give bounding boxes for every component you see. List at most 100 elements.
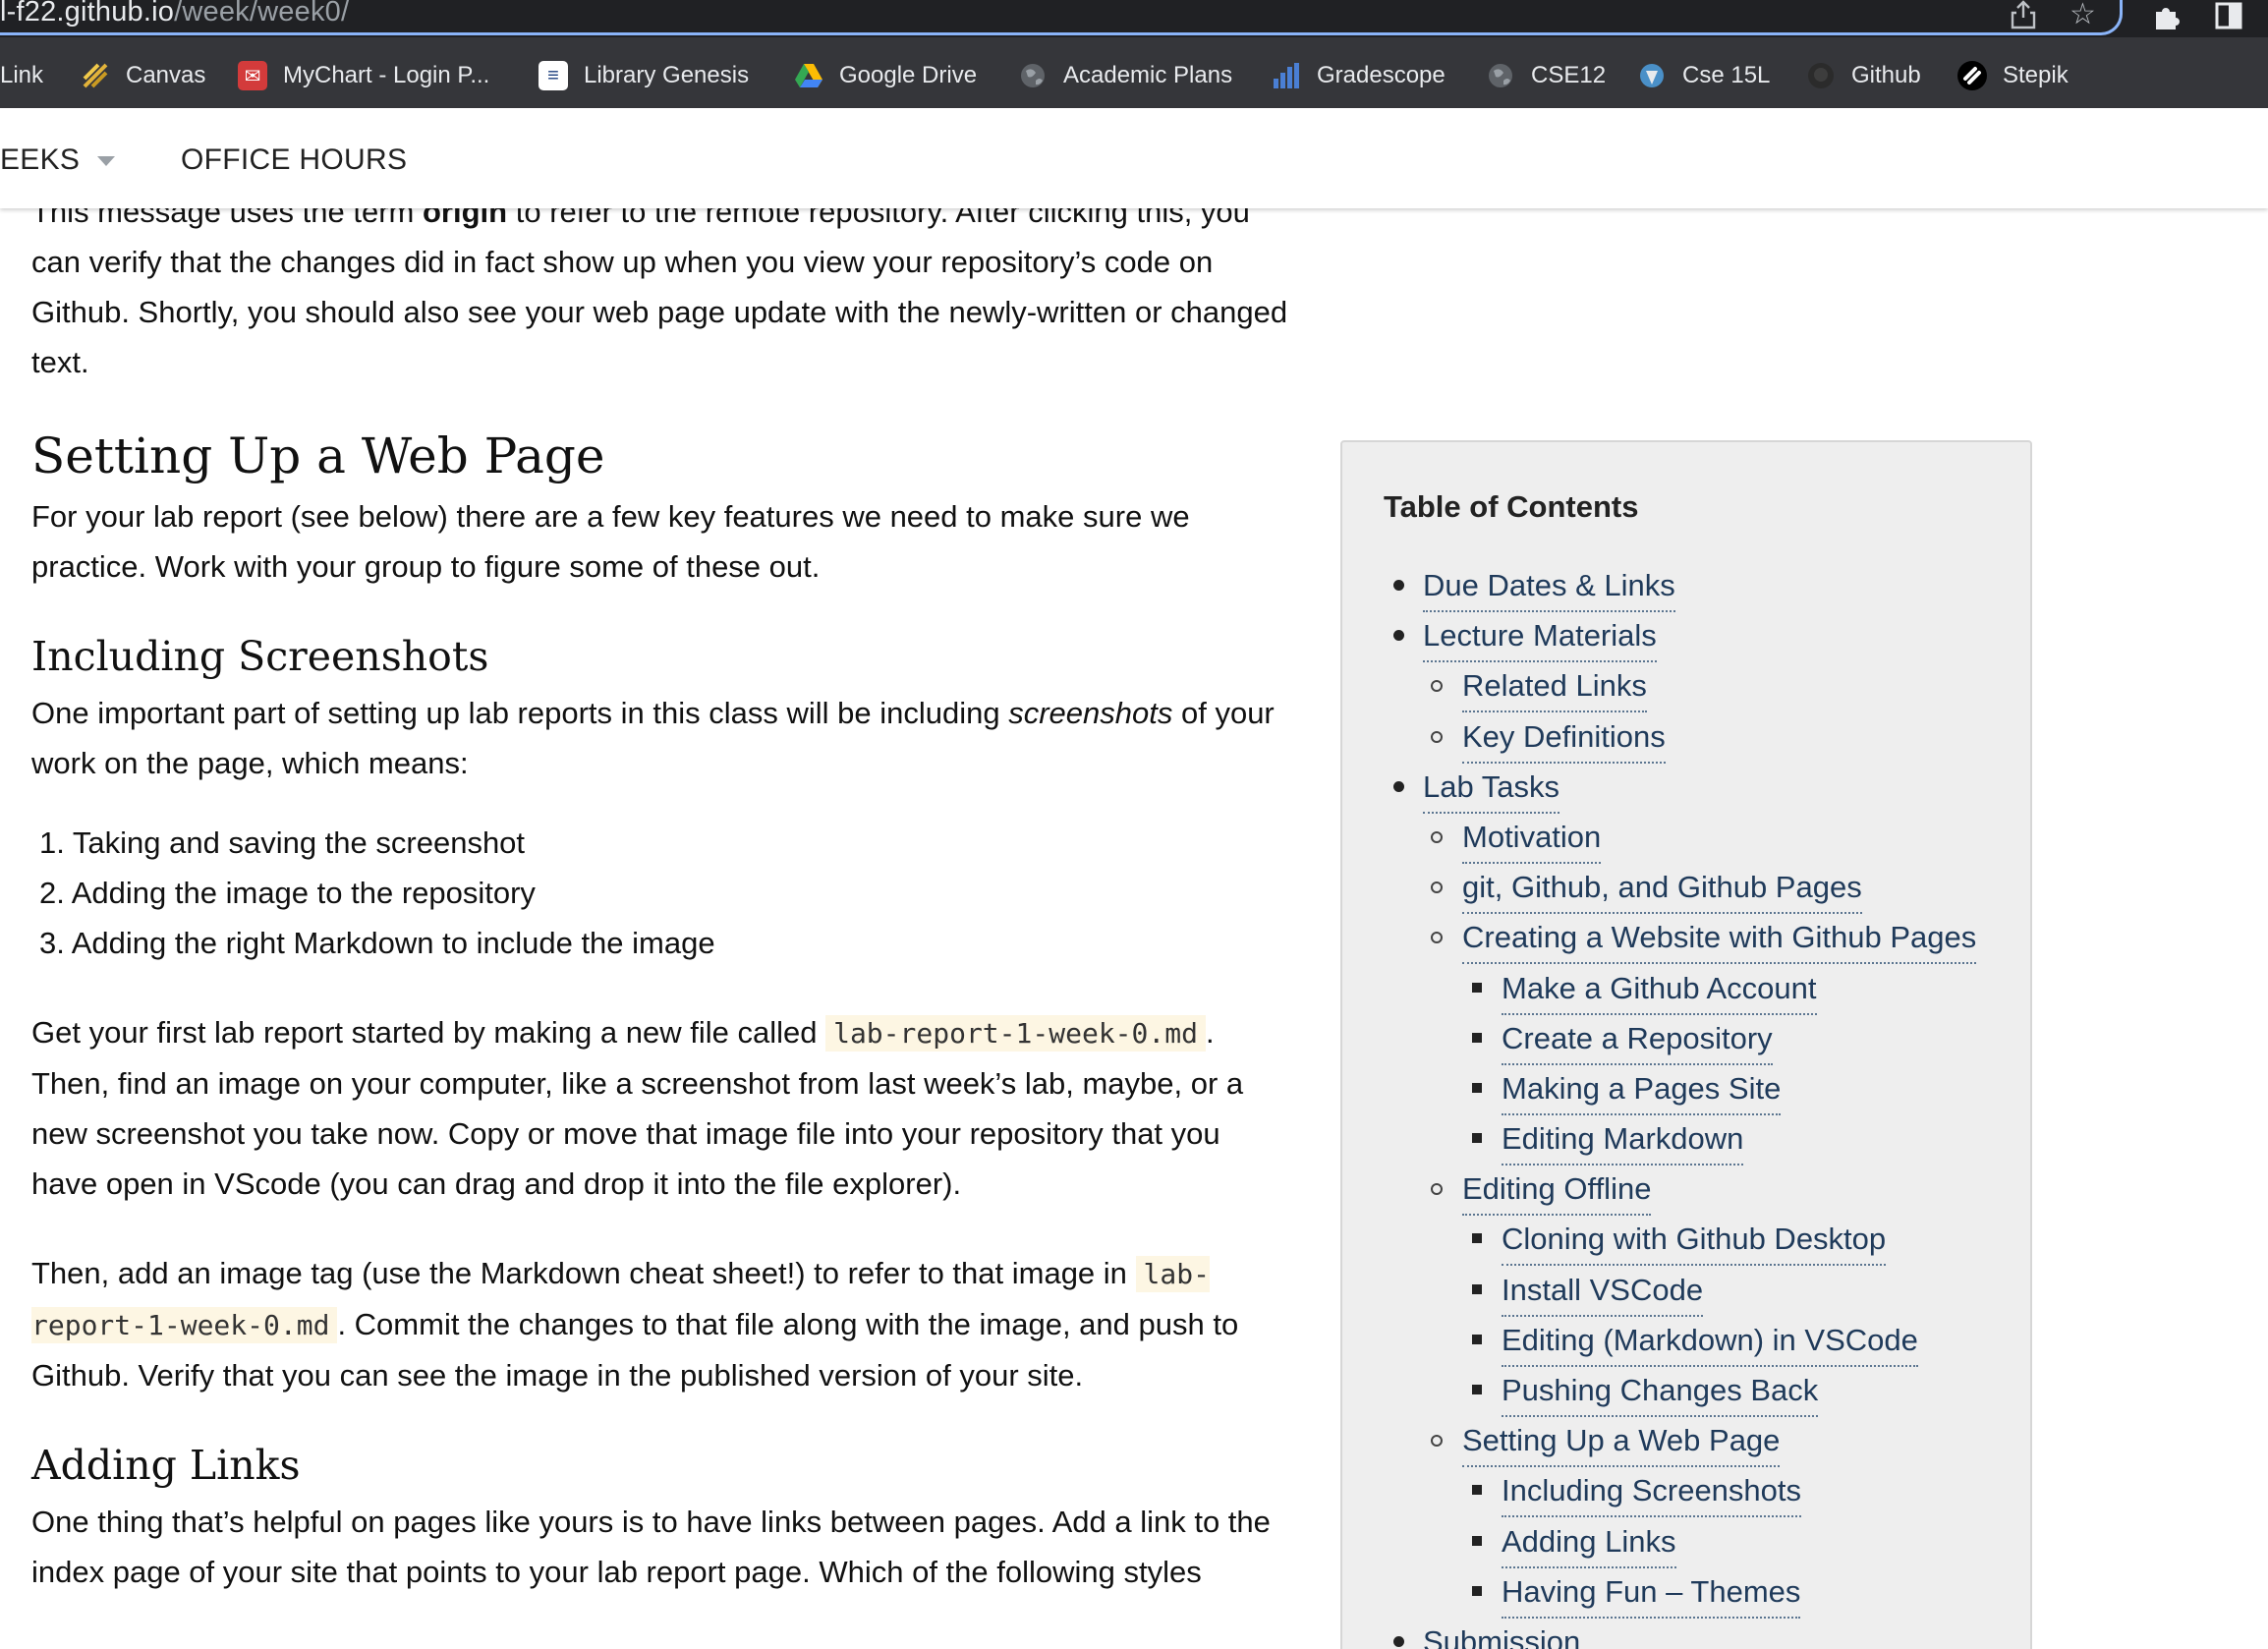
table-of-contents: Table of Contents Due Dates & Links Lectu… xyxy=(1340,440,2032,1649)
extensions-icon[interactable] xyxy=(2152,2,2182,37)
toc-item: Related Links xyxy=(1342,660,2030,713)
circle-bullet-icon xyxy=(1431,932,1443,944)
nav-office-hours[interactable]: OFFICE HOURS xyxy=(181,143,407,177)
gradescope-icon xyxy=(1272,61,1301,90)
paragraph-screenshots: One important part of setting up lab rep… xyxy=(31,696,1275,780)
toc-item: Creating a Website with Github Pages xyxy=(1342,912,2030,965)
square-bullet-icon xyxy=(1472,1032,1482,1043)
toc-item: Create a Repository xyxy=(1342,1013,2030,1065)
nav-weeks-dropdown[interactable]: EEKS xyxy=(0,143,116,177)
chevron-down-icon xyxy=(97,156,116,167)
square-bullet-icon xyxy=(1472,1133,1482,1144)
heading-adding-links: Adding Links xyxy=(31,1442,301,1489)
paragraph-links: One thing that’s helpful on pages like y… xyxy=(31,1505,1271,1589)
square-bullet-icon xyxy=(1472,1385,1482,1394)
toc-item: Having Fun – Themes xyxy=(1342,1566,2030,1619)
toc-item: Editing Markdown xyxy=(1342,1113,2030,1166)
address-bar[interactable]: l-f22.github.io/week/week0/ ☆ xyxy=(0,0,2123,35)
circle-bullet-icon xyxy=(1431,730,1443,743)
url-host: l-f22.github.io xyxy=(0,0,175,28)
toc-item: Cloning with Github Desktop xyxy=(1342,1214,2030,1267)
toc-link[interactable]: Editing Markdown xyxy=(1502,1113,1744,1166)
bookmark-link[interactable]: Link xyxy=(0,59,43,92)
paragraph-origin: This message uses the term origin to ref… xyxy=(31,195,1288,379)
bookmark-label: Github xyxy=(1851,62,1921,88)
bookmark-gradescope[interactable]: Gradescope xyxy=(1272,59,1446,92)
toc-link[interactable]: Related Links xyxy=(1462,660,1647,713)
toc-item: Key Definitions xyxy=(1342,711,2030,764)
toc-link[interactable]: Motivation xyxy=(1462,812,1602,864)
toc-link[interactable]: Setting Up a Web Page xyxy=(1462,1415,1781,1468)
toc-link[interactable]: Make a Github Account xyxy=(1502,963,1817,1015)
toc-link[interactable]: Cloning with Github Desktop xyxy=(1502,1214,1887,1267)
toc-link[interactable]: Lab Tasks xyxy=(1423,762,1560,814)
paragraph-lab-report: Get your first lab report started by mak… xyxy=(31,1015,1244,1201)
bookmark-github[interactable]: Github xyxy=(1806,59,1921,92)
toc-list: Due Dates & Links Lecture Materials Relate… xyxy=(1342,560,2030,1649)
toc-link[interactable]: Submission xyxy=(1423,1617,1580,1649)
disc-bullet-icon xyxy=(1393,1635,1404,1647)
toc-item: Due Dates & Links xyxy=(1342,560,2030,612)
paragraph-image-tag: Then, add an image tag (use the Markdown… xyxy=(31,1256,1239,1393)
nav-weeks-label: EEKS xyxy=(0,143,81,176)
code-filename: lab-report-1-week-0.md xyxy=(825,1015,1206,1052)
mychart-icon: ✉ xyxy=(238,61,267,90)
toc-item: Submission xyxy=(1342,1617,2030,1649)
url-path: /week/week0/ xyxy=(174,0,350,28)
toc-link[interactable]: Due Dates & Links xyxy=(1423,560,1675,612)
bookmark-canvas[interactable]: Canvas xyxy=(81,59,205,92)
url-text: l-f22.github.io/week/week0/ xyxy=(0,0,349,28)
sidebar-icon[interactable] xyxy=(2215,2,2242,35)
bookmark-cse12[interactable]: CSE12 xyxy=(1486,59,1606,92)
bookmark-academic-plans[interactable]: Academic Plans xyxy=(1018,59,1232,92)
toc-link[interactable]: Making a Pages Site xyxy=(1502,1063,1782,1115)
disc-bullet-icon xyxy=(1393,630,1404,642)
bookmark-cse15l[interactable]: Cse 15L xyxy=(1637,59,1770,92)
toc-link[interactable]: Key Definitions xyxy=(1462,711,1666,764)
bookmark-label: Stepik xyxy=(2003,62,2069,88)
toc-link[interactable]: Create a Repository xyxy=(1502,1013,1773,1065)
cse15l-icon xyxy=(1637,61,1667,90)
toc-link[interactable]: Including Screenshots xyxy=(1502,1465,1802,1518)
toc-link[interactable]: Pushing Changes Back xyxy=(1502,1365,1819,1417)
bookmark-stepik[interactable]: Stepik xyxy=(1957,59,2069,92)
toc-link[interactable]: git, Github, and Github Pages xyxy=(1462,862,1862,915)
circle-bullet-icon xyxy=(1431,830,1443,843)
bookmark-label: Google Drive xyxy=(839,62,978,88)
site-header: EEKS OFFICE HOURS xyxy=(0,108,2268,208)
stepik-icon xyxy=(1957,61,1987,90)
star-icon[interactable]: ☆ xyxy=(2070,0,2096,29)
bookmark-label: MyChart - Login P... xyxy=(283,62,490,88)
toc-item: git, Github, and Github Pages xyxy=(1342,862,2030,915)
bookmark-library-genesis[interactable]: ≡ Library Genesis xyxy=(539,59,749,92)
share-icon[interactable] xyxy=(2011,0,2036,35)
toc-link[interactable]: Adding Links xyxy=(1502,1516,1676,1568)
bookmark-label: Academic Plans xyxy=(1063,62,1233,88)
toc-item: Make a Github Account xyxy=(1342,963,2030,1015)
toc-item: Setting Up a Web Page xyxy=(1342,1415,2030,1468)
toc-item: Editing (Markdown) in VSCode xyxy=(1342,1315,2030,1367)
square-bullet-icon xyxy=(1472,1585,1482,1596)
paragraph-setup: For your lab report (see below) there ar… xyxy=(31,499,1190,584)
bookmark-google-drive[interactable]: Google Drive xyxy=(794,59,977,92)
toc-item: Lecture Materials xyxy=(1342,610,2030,663)
toc-link[interactable]: Having Fun – Themes xyxy=(1502,1566,1801,1619)
browser-toolbar: l-f22.github.io/week/week0/ ☆ xyxy=(0,0,2268,37)
toc-link[interactable]: Editing (Markdown) in VSCode xyxy=(1502,1315,1918,1367)
screenshot-steps-list: 1. Taking and saving the screenshot 2. A… xyxy=(39,818,1289,968)
toc-link[interactable]: Install VSCode xyxy=(1502,1265,1704,1317)
circle-bullet-icon xyxy=(1431,680,1443,693)
circle-bullet-icon xyxy=(1431,1183,1443,1196)
list-item: 2. Adding the image to the repository xyxy=(39,876,536,910)
toc-link[interactable]: Editing Offline xyxy=(1462,1164,1652,1217)
toc-link[interactable]: Creating a Website with Github Pages xyxy=(1462,912,1977,965)
toc-item: Motivation xyxy=(1342,812,2030,864)
square-bullet-icon xyxy=(1472,1535,1482,1546)
square-bullet-icon xyxy=(1472,1283,1482,1294)
toc-item: Pushing Changes Back xyxy=(1342,1365,2030,1417)
bookmark-mychart[interactable]: ✉ MyChart - Login P... xyxy=(238,59,489,92)
list-item: 1. Taking and saving the screenshot xyxy=(39,825,526,860)
list-item: 3. Adding the right Markdown to include … xyxy=(39,926,715,960)
square-bullet-icon xyxy=(1472,1233,1482,1244)
toc-link[interactable]: Lecture Materials xyxy=(1423,610,1657,663)
